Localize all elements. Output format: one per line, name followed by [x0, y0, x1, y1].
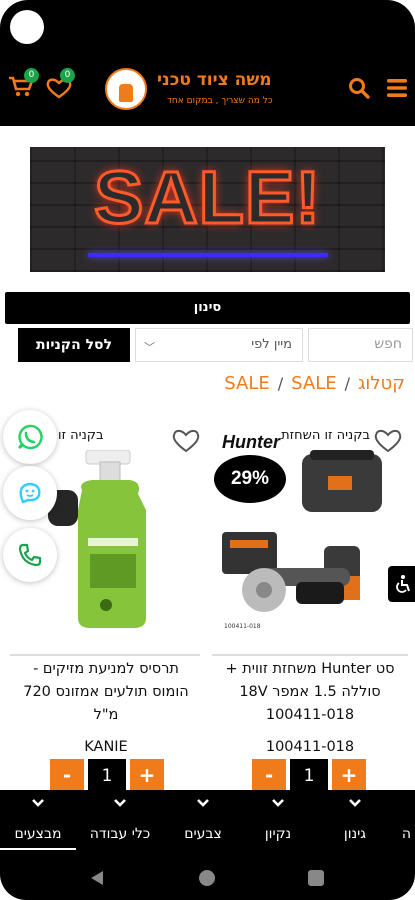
product-title-line: סט Hunter משחזת זווית + — [225, 661, 395, 677]
active-tab-underline — [0, 848, 76, 850]
recent-apps-icon[interactable] — [308, 870, 324, 886]
app-header: 0 0 משה ציוד טכני כל מה שצריך , במקום אח… — [0, 0, 415, 126]
cart-count-badge: 0 — [24, 68, 39, 83]
product-title-line: מ"ל — [93, 707, 119, 723]
search-input[interactable]: חפש — [308, 328, 413, 362]
category-item[interactable]: ה — [398, 790, 415, 856]
chevron-down-icon — [349, 799, 361, 807]
chevron-down-icon — [272, 799, 284, 807]
breadcrumb-item-current: SALE — [291, 373, 337, 394]
chevron-down-icon: ﹀ — [144, 341, 155, 354]
discount-badge: 29% — [214, 455, 286, 503]
category-label: נקיון — [264, 826, 292, 842]
product-title-line: תרסיס למניעת מזיקים - — [33, 661, 179, 677]
phone-icon — [18, 543, 42, 567]
quantity-value[interactable]: 1 — [88, 759, 126, 793]
quantity-increase-button[interactable]: + — [332, 759, 366, 793]
whatsapp-icon — [18, 424, 43, 450]
category-label: ה — [401, 826, 412, 842]
product-title-line: הומוס תולעים אמזונס 720 — [23, 684, 189, 700]
system-nav-bar — [0, 856, 415, 900]
quantity-increase-button[interactable]: + — [130, 759, 164, 793]
breadcrumb-separator: / — [277, 374, 284, 393]
logo-title: משה ציוד טכני — [157, 70, 272, 90]
go-to-cart-button[interactable]: לסל הקניות — [18, 328, 130, 362]
camera-cutout — [10, 10, 44, 44]
accessibility-button[interactable] — [388, 566, 415, 602]
quantity-stepper: - 1 + — [50, 759, 164, 793]
breadcrumb-separator: / — [344, 374, 350, 393]
quantity-value[interactable]: 1 — [290, 759, 328, 793]
category-nav: ה גינון נקיון צבעים כלי עבודה מבצעים — [0, 790, 415, 856]
menu-icon[interactable] — [386, 78, 408, 98]
quantity-decrease-button[interactable]: - — [252, 759, 286, 793]
waze-button[interactable] — [3, 466, 57, 520]
product-sku: 100411-018 — [265, 739, 355, 755]
card-divider — [10, 654, 200, 656]
back-icon[interactable] — [90, 870, 104, 886]
logo-emblem — [105, 68, 147, 110]
product-title[interactable]: תרסיס למניעת מזיקים - הומוס תולעים אמזונ… — [8, 658, 204, 727]
chevron-down-icon — [114, 799, 126, 807]
category-label: צבעים — [184, 826, 222, 842]
category-label: כלי עבודה — [89, 826, 151, 842]
category-item-garden[interactable]: גינון — [328, 790, 382, 856]
breadcrumb-item-sale[interactable]: SALE — [224, 373, 269, 394]
logo-tagline: כל מה שצריך , במקום אחד — [167, 96, 273, 106]
sort-select[interactable]: מיין לפי ﹀ — [135, 328, 303, 362]
sort-label: מיין לפי — [251, 337, 292, 352]
filter-button[interactable]: סינון — [5, 292, 410, 324]
accessibility-icon — [396, 575, 410, 593]
home-icon[interactable] — [199, 870, 215, 886]
product-title-line: 100411-018 — [265, 707, 355, 723]
category-label: מבצעים — [14, 826, 62, 842]
category-label: גינון — [343, 826, 367, 842]
quantity-decrease-button[interactable]: - — [50, 759, 84, 793]
waze-icon — [19, 482, 41, 504]
category-item-tools[interactable]: כלי עבודה — [82, 790, 158, 856]
banner-neon-bar — [88, 253, 328, 257]
svg-text:100411-018: 100411-018 — [224, 623, 261, 630]
product-title-line: סוללה 1.5 אמפר 18V — [239, 684, 381, 700]
buy-together-label: בקניה זו השחזת — [281, 428, 370, 443]
product-sku: KANIE — [84, 739, 128, 755]
phone-call-button[interactable] — [3, 528, 57, 582]
buy-together-label: בקניה זו — [58, 428, 104, 443]
category-item-paints[interactable]: צבעים — [175, 790, 231, 856]
breadcrumb: קטלוג / SALE / SALE — [224, 373, 405, 394]
brand-logo: Hunter — [222, 432, 280, 452]
whatsapp-button[interactable] — [3, 410, 57, 464]
chevron-down-icon — [32, 799, 44, 807]
search-icon[interactable] — [347, 76, 371, 100]
category-item-sales[interactable]: מבצעים — [0, 790, 76, 856]
sale-banner[interactable]: SALE! — [30, 147, 385, 272]
breadcrumb-item-catalog[interactable]: קטלוג — [358, 373, 405, 394]
chevron-down-icon — [197, 799, 209, 807]
product-title[interactable]: סט Hunter משחזת זווית + סוללה 1.5 אמפר 1… — [212, 658, 408, 727]
card-divider — [212, 654, 408, 656]
category-item-cleaning[interactable]: נקיון — [250, 790, 306, 856]
banner-sale-text: SALE! — [93, 155, 322, 241]
wishlist-count-badge: 0 — [60, 68, 75, 83]
store-logo[interactable]: משה ציוד טכני כל מה שצריך , במקום אחד — [105, 68, 305, 114]
quantity-stepper: - 1 + — [252, 759, 366, 793]
